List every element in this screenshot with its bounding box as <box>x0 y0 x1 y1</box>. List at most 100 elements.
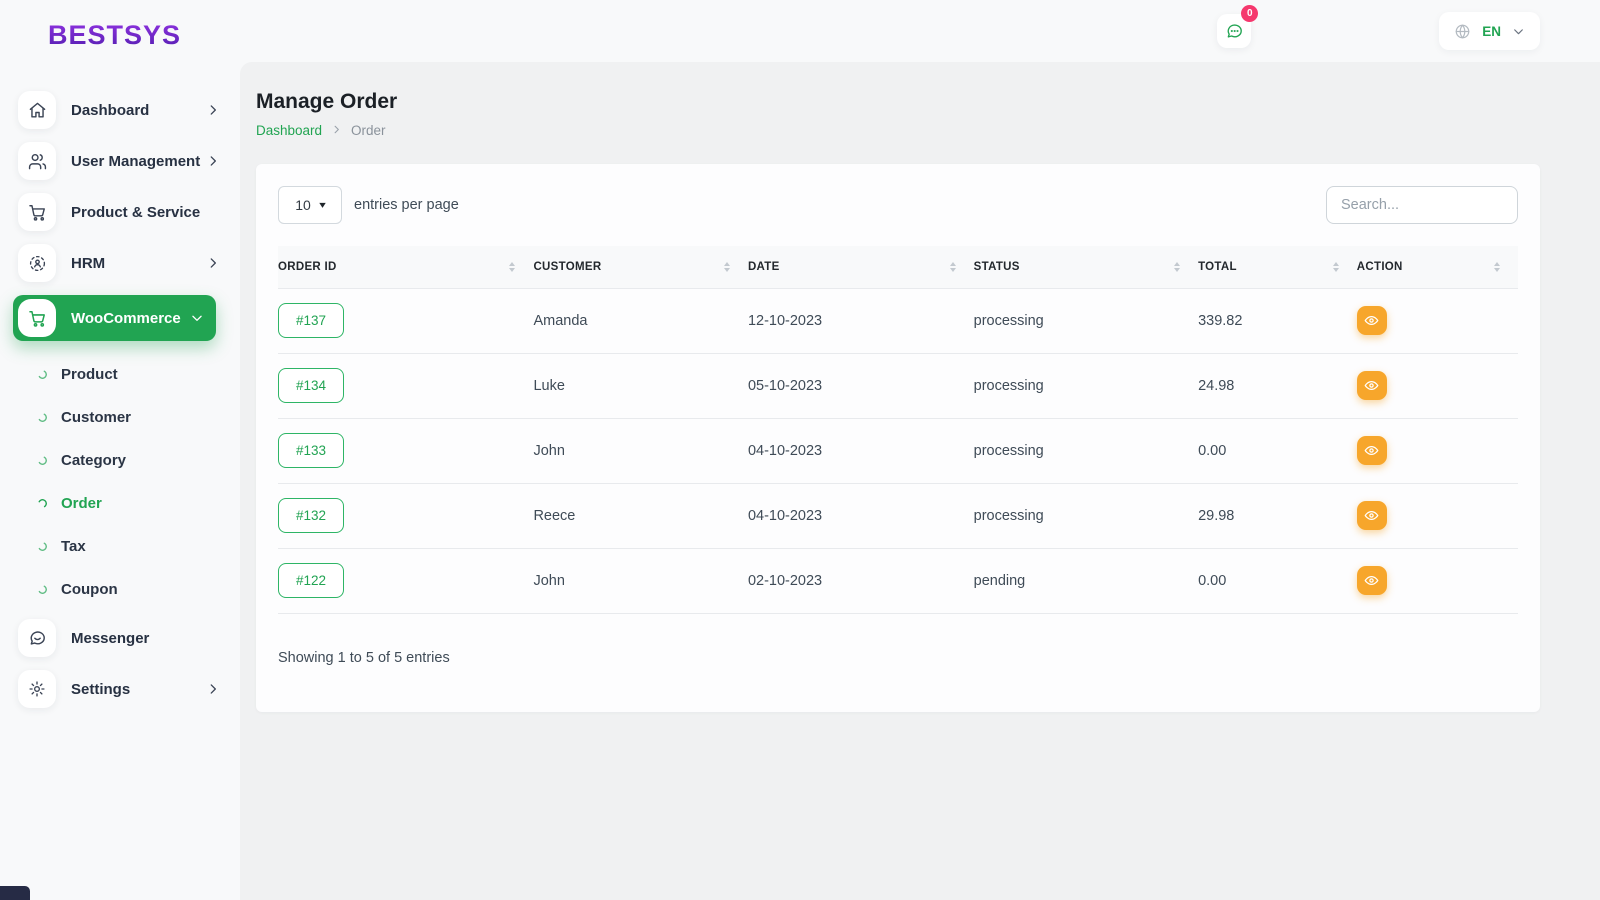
submenu-item-order[interactable]: Order <box>0 482 240 525</box>
submenu-label: Customer <box>61 409 132 426</box>
chevron-right-icon <box>206 154 220 168</box>
customer-cell: Amanda <box>533 287 748 353</box>
status-cell: processing <box>973 287 1199 353</box>
order-id-badge[interactable]: #137 <box>278 303 345 338</box>
sort-icon[interactable] <box>1174 261 1181 272</box>
submenu-label: Tax <box>61 538 86 555</box>
submenu-item-product[interactable]: Product <box>0 353 240 396</box>
sidebar-item-label: HRM <box>71 254 106 272</box>
date-cell: 04-10-2023 <box>747 417 974 483</box>
eye-icon <box>1364 576 1379 585</box>
submenu-label: Category <box>61 452 127 469</box>
cart-icon <box>18 299 56 337</box>
view-order-button[interactable] <box>1356 566 1387 595</box>
submenu-item-category[interactable]: Category <box>0 439 240 482</box>
ring-bullet-icon <box>38 456 47 465</box>
total-cell: 0.00 <box>1198 547 1357 614</box>
eye-icon <box>1364 511 1379 520</box>
sidebar-item-label: User Management <box>71 152 201 170</box>
column-header-status[interactable]: Status <box>973 246 1199 288</box>
ring-bullet-icon <box>38 542 47 551</box>
order-table-card: 10 ▾ entries per page Order Id <box>256 164 1540 712</box>
breadcrumb-dashboard-link[interactable]: Dashboard <box>256 123 322 138</box>
messenger-icon <box>18 619 56 657</box>
sidebar-item-dashboard[interactable]: Dashboard <box>18 91 220 129</box>
woocommerce-submenu: Product Customer Category Order Tax Coup… <box>0 353 240 611</box>
order-id-badge[interactable]: #122 <box>278 563 345 598</box>
sort-icon[interactable] <box>949 261 956 272</box>
main-area: 0 EN Manage Order Dashboard Order 10 ▾ e… <box>240 0 1600 900</box>
column-header-action[interactable]: Action <box>1356 246 1518 288</box>
chevron-down-icon <box>1512 25 1525 38</box>
submenu-item-tax[interactable]: Tax <box>0 525 240 568</box>
ring-bullet-icon <box>38 499 47 508</box>
total-cell: 24.98 <box>1198 352 1357 418</box>
search-input[interactable] <box>1326 186 1518 224</box>
submenu-label: Coupon <box>61 581 118 598</box>
topbar: 0 EN <box>240 0 1600 62</box>
sidebar-item-woocommerce[interactable]: WooCommerce <box>13 295 216 341</box>
ring-bullet-icon <box>38 585 47 594</box>
sidebar-item-messenger[interactable]: Messenger <box>18 619 220 657</box>
sidebar-item-label: Messenger <box>71 629 150 647</box>
sort-icon[interactable] <box>1332 261 1339 272</box>
order-id-badge[interactable]: #133 <box>278 433 345 468</box>
view-order-button[interactable] <box>1356 501 1387 530</box>
sidebar-item-label: WooCommerce <box>71 309 181 327</box>
table-header-row: Order Id Customer Date Status Total Acti… <box>278 246 1518 288</box>
date-cell: 12-10-2023 <box>747 287 974 353</box>
sort-icon[interactable] <box>1494 261 1500 272</box>
corner-chip <box>0 886 30 900</box>
sidebar-item-settings[interactable]: Settings <box>18 670 220 708</box>
sidebar: BESTSYS Dashboard User Management Produc… <box>0 0 240 900</box>
language-selector[interactable]: EN <box>1439 12 1540 50</box>
table-controls: 10 ▾ entries per page <box>278 186 1518 224</box>
sidebar-item-hrm[interactable]: HRM <box>18 244 220 282</box>
users-icon <box>18 142 56 180</box>
total-cell: 339.82 <box>1198 287 1357 353</box>
view-order-button[interactable] <box>1356 436 1387 465</box>
column-header-order-id[interactable]: Order Id <box>278 246 534 288</box>
submenu-item-coupon[interactable]: Coupon <box>0 568 240 611</box>
breadcrumb-separator-icon <box>331 124 342 138</box>
view-order-button[interactable] <box>1356 371 1387 400</box>
customer-cell: Luke <box>533 352 748 418</box>
chat-button-wrapper: 0 <box>1217 5 1259 48</box>
table-summary: Showing 1 to 5 of 5 entries <box>278 649 450 666</box>
ring-bullet-icon <box>38 370 47 379</box>
total-cell: 29.98 <box>1198 482 1357 548</box>
view-order-button[interactable] <box>1356 306 1387 335</box>
status-cell: pending <box>973 547 1199 614</box>
app-layout: BESTSYS Dashboard User Management Produc… <box>0 0 1600 900</box>
home-icon <box>18 91 56 129</box>
submenu-label: Product <box>61 366 118 383</box>
submenu-item-customer[interactable]: Customer <box>0 396 240 439</box>
sidebar-item-label: Settings <box>71 680 131 698</box>
order-id-badge[interactable]: #134 <box>278 368 345 403</box>
status-cell: processing <box>973 352 1199 418</box>
gear-icon <box>18 670 56 708</box>
chevron-down-icon <box>190 311 204 325</box>
total-cell: 0.00 <box>1198 417 1357 483</box>
table-row: #134 Luke 05-10-2023 processing 24.98 <box>278 352 1518 418</box>
column-header-date[interactable]: Date <box>747 246 974 288</box>
chevron-right-icon <box>206 682 220 696</box>
page-size-select[interactable]: 10 ▾ <box>278 186 342 224</box>
sidebar-item-user-management[interactable]: User Management <box>18 142 220 180</box>
order-id-badge[interactable]: #132 <box>278 498 345 533</box>
customer-cell: Reece <box>533 482 748 548</box>
hrm-icon <box>18 244 56 282</box>
eye-icon <box>1364 446 1379 455</box>
language-code: EN <box>1482 23 1501 39</box>
content-area: Manage Order Dashboard Order 10 ▾ entrie… <box>240 62 1600 900</box>
column-header-customer[interactable]: Customer <box>533 246 748 288</box>
customer-cell: John <box>533 547 748 614</box>
orders-table: Order Id Customer Date Status Total Acti… <box>278 246 1518 614</box>
sort-icon[interactable] <box>509 261 516 272</box>
globe-icon <box>1454 23 1471 40</box>
cart-icon <box>18 193 56 231</box>
sort-icon[interactable] <box>723 261 730 272</box>
column-header-total[interactable]: Total <box>1198 246 1357 288</box>
sidebar-item-product-service[interactable]: Product & Service <box>18 193 220 231</box>
table-row: #137 Amanda 12-10-2023 processing 339.82 <box>278 287 1518 353</box>
